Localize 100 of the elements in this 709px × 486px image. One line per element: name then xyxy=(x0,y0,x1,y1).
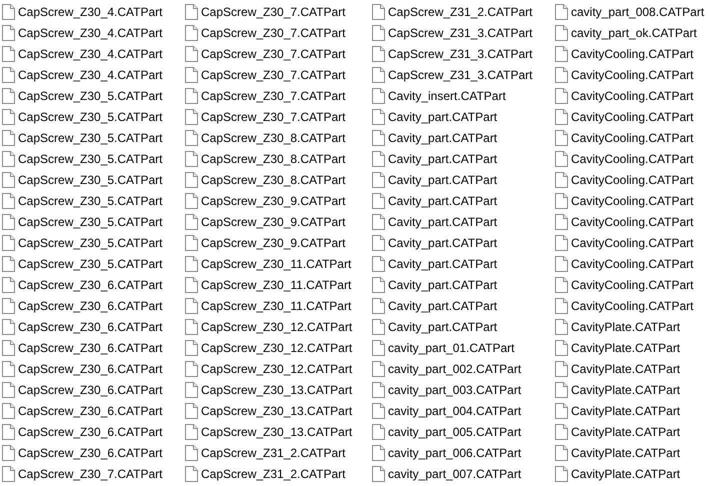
file-name[interactable]: CapScrew_Z30_6.CATPart xyxy=(18,340,163,354)
file-name[interactable]: cavity_part_006.CATPart xyxy=(388,446,522,460)
file-name[interactable]: Cavity_part.CATPart xyxy=(388,256,498,270)
file-name[interactable]: CapScrew_Z30_5.CATPart xyxy=(18,256,163,270)
file-name[interactable]: CapScrew_Z30_6.CATPart xyxy=(18,362,163,376)
file-icon xyxy=(555,466,568,482)
file-name[interactable]: CapScrew_Z30_5.CATPart xyxy=(18,214,163,228)
file-name[interactable]: Cavity_part.CATPart xyxy=(388,130,498,144)
file-name[interactable]: CavityPlate.CATPart xyxy=(571,362,680,376)
file-name[interactable]: CavityCooling.CATPart xyxy=(571,88,694,102)
file-name[interactable]: CapScrew_Z30_6.CATPart xyxy=(18,320,163,334)
file-icon xyxy=(372,66,385,82)
file-name[interactable]: CapScrew_Z30_7.CATPart xyxy=(201,4,346,18)
file-name[interactable]: cavity_part_004.CATPart xyxy=(388,404,522,418)
file-name[interactable]: CapScrew_Z30_9.CATPart xyxy=(201,194,346,208)
file-name[interactable]: CavityPlate.CATPart xyxy=(571,446,680,460)
file-name[interactable]: CavityCooling.CATPart xyxy=(571,214,694,228)
file-name[interactable]: CapScrew_Z30_5.CATPart xyxy=(18,110,163,124)
file-name[interactable]: CavityPlate.CATPart xyxy=(571,382,680,396)
file-name[interactable]: CapScrew_Z30_4.CATPart xyxy=(18,68,163,82)
file-name[interactable]: cavity_part_003.CATPart xyxy=(388,382,522,396)
file-name[interactable]: CavityCooling.CATPart xyxy=(571,298,694,312)
file-name[interactable]: Cavity_part.CATPart xyxy=(388,214,498,228)
file-name[interactable]: CapScrew_Z30_6.CATPart xyxy=(18,298,163,312)
file-icon xyxy=(185,88,198,104)
file-name[interactable]: CapScrew_Z31_3.CATPart xyxy=(388,26,533,40)
file-name[interactable]: CapScrew_Z30_5.CATPart xyxy=(18,172,163,186)
file-name[interactable]: cavity_part_007.CATPart xyxy=(388,466,522,480)
file-name[interactable]: cavity_part_ok.CATPart xyxy=(571,26,697,40)
file-icon xyxy=(555,318,568,334)
file-name[interactable]: CapScrew_Z30_8.CATPart xyxy=(201,172,346,186)
file-name[interactable]: CapScrew_Z30_5.CATPart xyxy=(18,130,163,144)
file-name[interactable]: CapScrew_Z31_2.CATPart xyxy=(201,466,346,480)
file-icon xyxy=(185,46,198,62)
file-name[interactable]: CapScrew_Z30_11.CATPart xyxy=(201,256,352,270)
file-name[interactable]: cavity_part_002.CATPart xyxy=(388,362,522,376)
file-name[interactable]: CapScrew_Z30_13.CATPart xyxy=(201,424,352,438)
file-name[interactable]: CavityCooling.CATPart xyxy=(571,236,694,250)
file-name[interactable]: CapScrew_Z31_2.CATPart xyxy=(201,446,346,460)
file-name[interactable]: CapScrew_Z30_5.CATPart xyxy=(18,152,163,166)
file-name[interactable]: Cavity_insert.CATPart xyxy=(388,88,506,102)
file-icon xyxy=(372,88,385,104)
file-name[interactable]: CapScrew_Z30_12.CATPart xyxy=(201,340,352,354)
file-name[interactable]: Cavity_part.CATPart xyxy=(388,172,498,186)
file-name[interactable]: Cavity_part.CATPart xyxy=(388,298,498,312)
file-name[interactable]: CavityCooling.CATPart xyxy=(571,278,694,292)
file-name[interactable]: CavityCooling.CATPart xyxy=(571,172,694,186)
file-name[interactable]: CapScrew_Z30_9.CATPart xyxy=(201,214,346,228)
file-name[interactable]: CapScrew_Z30_7.CATPart xyxy=(18,466,163,480)
file-name[interactable]: CapScrew_Z30_13.CATPart xyxy=(201,382,352,396)
file-name[interactable]: CapScrew_Z30_6.CATPart xyxy=(18,446,163,460)
file-name[interactable]: CapScrew_Z30_7.CATPart xyxy=(201,46,346,60)
file-name[interactable]: CapScrew_Z30_9.CATPart xyxy=(201,236,346,250)
file-icon xyxy=(372,192,385,208)
file-name[interactable]: cavity_part_01.CATPart xyxy=(388,340,514,354)
file-name[interactable]: CapScrew_Z30_12.CATPart xyxy=(201,320,352,334)
file-name[interactable]: CapScrew_Z30_8.CATPart xyxy=(201,152,346,166)
file-name[interactable]: CapScrew_Z30_5.CATPart xyxy=(18,88,163,102)
file-name[interactable]: CapScrew_Z30_5.CATPart xyxy=(18,194,163,208)
file-name[interactable]: CapScrew_Z30_4.CATPart xyxy=(18,4,163,18)
file-name[interactable]: CavityPlate.CATPart xyxy=(571,340,680,354)
file-name[interactable]: CapScrew_Z30_4.CATPart xyxy=(18,46,163,60)
file-name[interactable]: Cavity_part.CATPart xyxy=(388,110,498,124)
file-name[interactable]: CapScrew_Z30_7.CATPart xyxy=(201,68,346,82)
file-name[interactable]: cavity_part_005.CATPart xyxy=(388,424,522,438)
file-name[interactable]: CapScrew_Z30_11.CATPart xyxy=(201,298,352,312)
file-name[interactable]: CapScrew_Z30_4.CATPart xyxy=(18,26,163,40)
file-name[interactable]: CapScrew_Z30_6.CATPart xyxy=(18,382,163,396)
file-name[interactable]: CavityCooling.CATPart xyxy=(571,256,694,270)
file-name[interactable]: cavity_part_008.CATPart xyxy=(571,4,704,18)
file-name[interactable]: CavityPlate.CATPart xyxy=(571,466,680,480)
file-icon xyxy=(372,402,385,418)
file-name[interactable]: CavityPlate.CATPart xyxy=(571,424,680,438)
file-name[interactable]: CapScrew_Z30_8.CATPart xyxy=(201,130,346,144)
file-name[interactable]: CavityPlate.CATPart xyxy=(571,404,680,418)
file-name[interactable]: CavityCooling.CATPart xyxy=(571,46,694,60)
file-name[interactable]: CapScrew_Z30_13.CATPart xyxy=(201,404,352,418)
file-name[interactable]: Cavity_part.CATPart xyxy=(388,320,498,334)
file-name[interactable]: Cavity_part.CATPart xyxy=(388,236,498,250)
file-name[interactable]: CavityCooling.CATPart xyxy=(571,130,694,144)
file-name[interactable]: CapScrew_Z30_6.CATPart xyxy=(18,424,163,438)
file-name[interactable]: CavityPlate.CATPart xyxy=(571,320,680,334)
file-name[interactable]: CapScrew_Z31_2.CATPart xyxy=(388,4,533,18)
file-name[interactable]: CapScrew_Z30_7.CATPart xyxy=(201,110,346,124)
file-name[interactable]: CapScrew_Z30_7.CATPart xyxy=(201,88,346,102)
file-name[interactable]: CapScrew_Z31_3.CATPart xyxy=(388,68,533,82)
file-name[interactable]: CapScrew_Z30_12.CATPart xyxy=(201,362,352,376)
file-name[interactable]: Cavity_part.CATPart xyxy=(388,278,498,292)
file-name[interactable]: CapScrew_Z30_7.CATPart xyxy=(201,26,346,40)
file-name[interactable]: CavityCooling.CATPart xyxy=(571,68,694,82)
file-name[interactable]: CavityCooling.CATPart xyxy=(571,152,694,166)
file-name[interactable]: CapScrew_Z30_6.CATPart xyxy=(18,278,163,292)
file-name[interactable]: Cavity_part.CATPart xyxy=(388,194,498,208)
file-name[interactable]: CapScrew_Z31_3.CATPart xyxy=(388,46,533,60)
file-name[interactable]: CavityCooling.CATPart xyxy=(571,194,694,208)
file-name[interactable]: Cavity_part.CATPart xyxy=(388,152,498,166)
file-name[interactable]: CapScrew_Z30_11.CATPart xyxy=(201,278,352,292)
file-name[interactable]: CapScrew_Z30_6.CATPart xyxy=(18,404,163,418)
file-name[interactable]: CapScrew_Z30_5.CATPart xyxy=(18,236,163,250)
file-name[interactable]: CavityCooling.CATPart xyxy=(571,110,694,124)
